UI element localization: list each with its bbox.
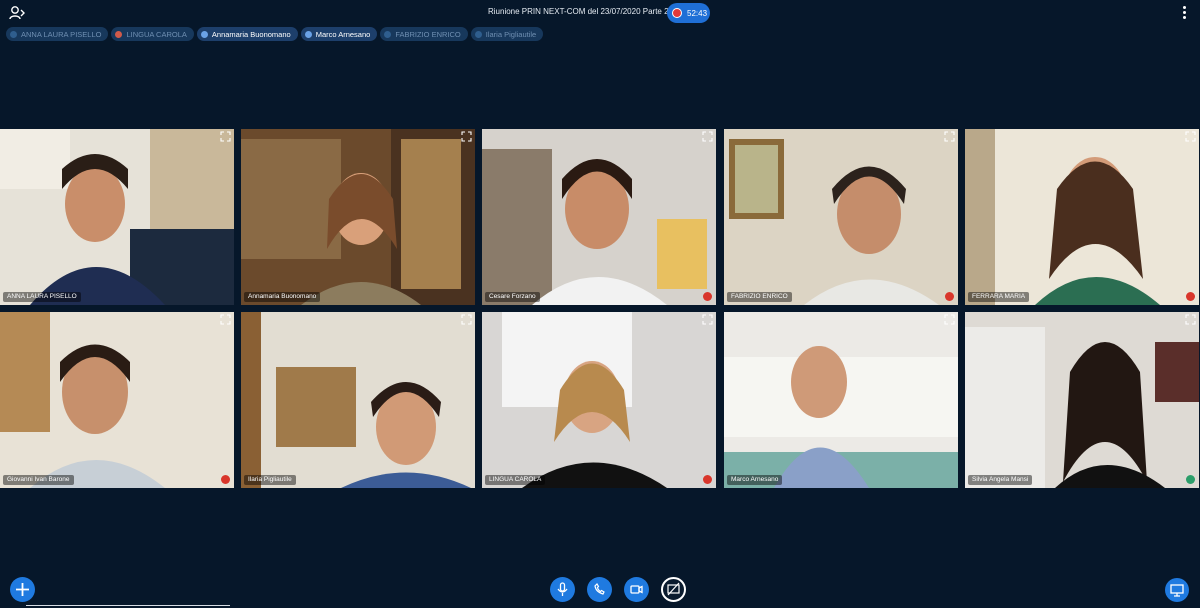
plus-icon xyxy=(16,583,29,596)
video-tile[interactable]: Cesare Forzano xyxy=(482,129,716,305)
participant-pill[interactable]: Ilaria Pigliautile xyxy=(470,27,544,41)
participant-name: Giovanni Ivan Barone xyxy=(3,475,74,485)
participant-name: Annamaria Buonomano xyxy=(244,292,321,302)
hang-up-button[interactable] xyxy=(587,577,612,602)
participant-name: Ilaria Pigliautile xyxy=(244,475,296,485)
participant-pill[interactable]: ANNA LAURA PISELLO xyxy=(6,27,109,41)
video-tile[interactable]: FERRARA MARIA xyxy=(965,129,1199,305)
expand-icon[interactable] xyxy=(1185,314,1196,325)
participant-name: FABRIZIO ENRICO xyxy=(727,292,792,302)
muted-icon xyxy=(115,30,123,38)
speaking-icon xyxy=(1186,475,1195,484)
muted-icon xyxy=(703,292,712,301)
participant-name: FERRARA MARIA xyxy=(968,292,1030,302)
video-tile[interactable]: Marco Arnesano xyxy=(724,312,958,488)
expand-icon[interactable] xyxy=(1185,131,1196,142)
meeting-title: Riunione PRIN NEXT-COM del 23/07/2020 Pa… xyxy=(488,7,669,16)
kebab-icon[interactable] xyxy=(1178,6,1190,22)
avatar-icon xyxy=(384,30,392,38)
video-camera-icon xyxy=(630,585,643,594)
microphone-button[interactable] xyxy=(550,577,575,602)
top-bar: Riunione PRIN NEXT-COM del 23/07/2020 Pa… xyxy=(0,0,1200,26)
expand-icon[interactable] xyxy=(461,314,472,325)
recording-timer-button[interactable]: 52:43 xyxy=(667,3,710,23)
participant-pill-bar: ANNA LAURA PISELLO LINGUA CAROLA Annamar… xyxy=(6,27,544,41)
recording-timer: 52:43 xyxy=(687,9,708,18)
video-tile[interactable]: Giovanni Ivan Barone xyxy=(0,312,234,488)
users-icon[interactable] xyxy=(8,4,26,22)
avatar-icon xyxy=(10,30,17,38)
participant-name: Marco Arnesano xyxy=(727,475,783,485)
camera-button[interactable] xyxy=(624,577,649,602)
participant-pill[interactable]: FABRIZIO ENRICO xyxy=(380,27,468,41)
video-tile[interactable]: Ilaria Pigliautile xyxy=(241,312,475,488)
video-tile[interactable]: LINGUA CAROLA xyxy=(482,312,716,488)
record-icon xyxy=(672,8,682,18)
microphone-icon xyxy=(200,30,208,38)
participant-name: Cesare Forzano xyxy=(485,292,540,302)
add-button[interactable] xyxy=(10,577,35,602)
expand-icon[interactable] xyxy=(702,314,713,325)
screen-share-icon xyxy=(667,582,680,596)
expand-icon[interactable] xyxy=(220,131,231,142)
participant-name: ANNA LAURA PISELLO xyxy=(3,292,81,302)
presentation-button[interactable] xyxy=(1165,578,1189,602)
presentation-icon xyxy=(1170,584,1184,597)
participant-name: LINGUA CAROLA xyxy=(485,475,546,485)
expand-icon[interactable] xyxy=(220,314,231,325)
hang-up-icon xyxy=(594,583,605,595)
muted-icon xyxy=(703,475,712,484)
screen-share-button[interactable] xyxy=(661,577,686,602)
participant-pill[interactable]: LINGUA CAROLA xyxy=(111,27,194,41)
video-tile[interactable]: ANNA LAURA PISELLO xyxy=(0,129,234,305)
expand-icon[interactable] xyxy=(944,314,955,325)
avatar-icon xyxy=(474,30,482,38)
expand-icon[interactable] xyxy=(702,131,713,142)
video-tile[interactable]: Silvia Angela Mansi xyxy=(965,312,1199,488)
microphone-icon xyxy=(304,30,312,38)
expand-icon[interactable] xyxy=(944,131,955,142)
video-tile[interactable]: Annamaria Buonomano xyxy=(241,129,475,305)
participant-pill[interactable]: Marco Arnesano xyxy=(300,27,378,41)
microphone-icon xyxy=(557,582,568,596)
muted-icon xyxy=(945,292,954,301)
video-tile[interactable]: FABRIZIO ENRICO xyxy=(724,129,958,305)
divider xyxy=(26,605,230,606)
expand-icon[interactable] xyxy=(461,131,472,142)
muted-icon xyxy=(1186,292,1195,301)
participant-pill[interactable]: Annamaria Buonomano xyxy=(196,27,298,41)
participant-name: Silvia Angela Mansi xyxy=(968,475,1033,485)
muted-icon xyxy=(221,475,230,484)
